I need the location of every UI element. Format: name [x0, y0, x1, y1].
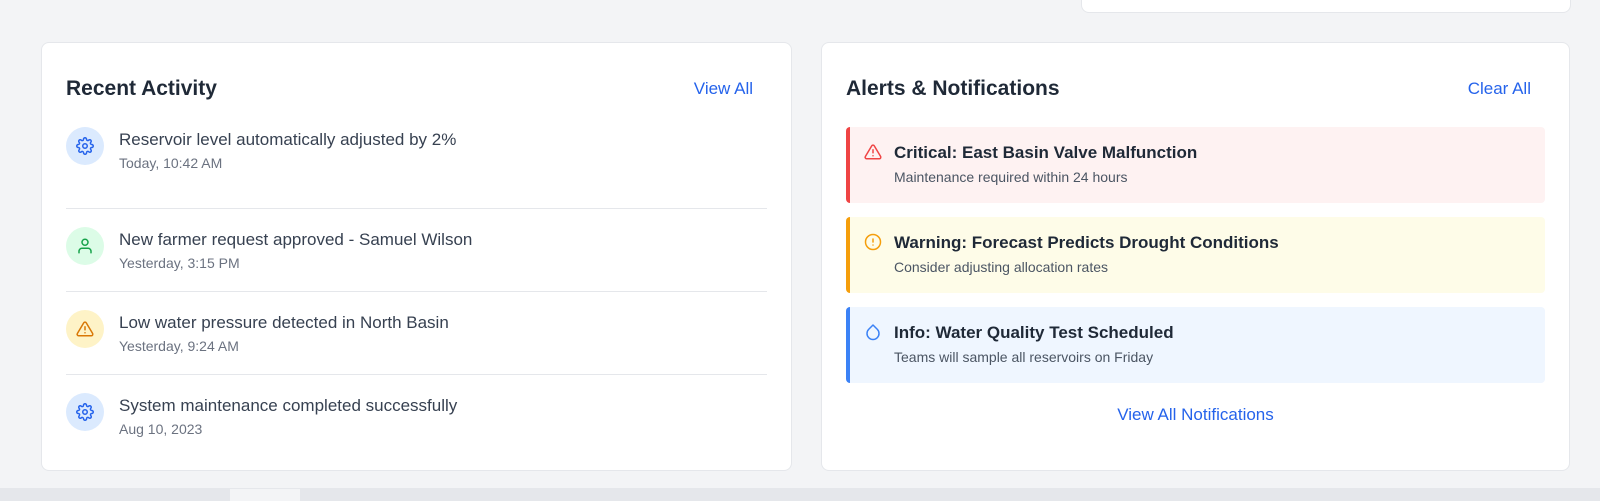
activity-item: Reservoir level automatically adjusted b…: [66, 127, 767, 209]
alert-title: Info: Water Quality Test Scheduled: [894, 323, 1174, 342]
activity-time: Yesterday, 3:15 PM: [119, 255, 240, 271]
alert-description: Consider adjusting allocation rates: [894, 259, 1109, 275]
alert-list: Critical: East Basin Valve Malfunction M…: [846, 127, 1545, 397]
alert-title: Warning: Forecast Predicts Drought Condi…: [894, 233, 1279, 252]
activity-title: Reservoir level automatically adjusted b…: [119, 130, 457, 149]
alerts-header: Alerts & Notifications Clear All: [846, 73, 1545, 105]
activity-item: New farmer request approved - Samuel Wil…: [66, 209, 767, 292]
activity-time: Yesterday, 9:24 AM: [119, 338, 239, 354]
clear-all-button[interactable]: Clear All: [1468, 79, 1545, 99]
activity-title: New farmer request approved - Samuel Wil…: [119, 230, 473, 249]
gear-icon: [66, 393, 104, 431]
warning-icon: [66, 310, 104, 348]
gear-icon: [66, 127, 104, 165]
alert-description: Maintenance required within 24 hours: [894, 169, 1128, 185]
activity-time: Today, 10:42 AM: [119, 155, 223, 171]
view-all-activity-link[interactable]: View All: [694, 79, 767, 99]
user-icon: [66, 227, 104, 265]
bottom-tab-edge: [230, 489, 300, 501]
warning-triangle-icon: [864, 143, 882, 161]
recent-activity-card: Recent Activity View All Reservoir level…: [41, 42, 792, 471]
recent-activity-header: Recent Activity View All: [66, 73, 767, 105]
alert-title: Critical: East Basin Valve Malfunction: [894, 143, 1198, 162]
droplet-icon: [864, 323, 882, 341]
top-card-edge: [1081, 0, 1571, 13]
activity-title: System maintenance completed successfull…: [119, 396, 458, 415]
alert-warning[interactable]: Warning: Forecast Predicts Drought Condi…: [846, 217, 1545, 293]
alerts-card: Alerts & Notifications Clear All Critica…: [821, 42, 1570, 471]
info-circle-icon: [864, 233, 882, 251]
alert-info[interactable]: Info: Water Quality Test Scheduled Teams…: [846, 307, 1545, 383]
recent-activity-title: Recent Activity: [66, 77, 217, 100]
activity-title: Low water pressure detected in North Bas…: [119, 313, 449, 332]
alerts-title: Alerts & Notifications: [846, 77, 1060, 100]
activity-item: System maintenance completed successfull…: [66, 375, 767, 458]
bottom-strip: [0, 488, 1600, 501]
activity-list: Reservoir level automatically adjusted b…: [66, 127, 767, 458]
activity-time: Aug 10, 2023: [119, 421, 203, 437]
view-all-notifications-wrapper: View All Notifications: [822, 405, 1569, 425]
alert-critical[interactable]: Critical: East Basin Valve Malfunction M…: [846, 127, 1545, 203]
alert-description: Teams will sample all reservoirs on Frid…: [894, 349, 1154, 365]
activity-item: Low water pressure detected in North Bas…: [66, 292, 767, 375]
view-all-notifications-link[interactable]: View All Notifications: [1117, 405, 1274, 424]
